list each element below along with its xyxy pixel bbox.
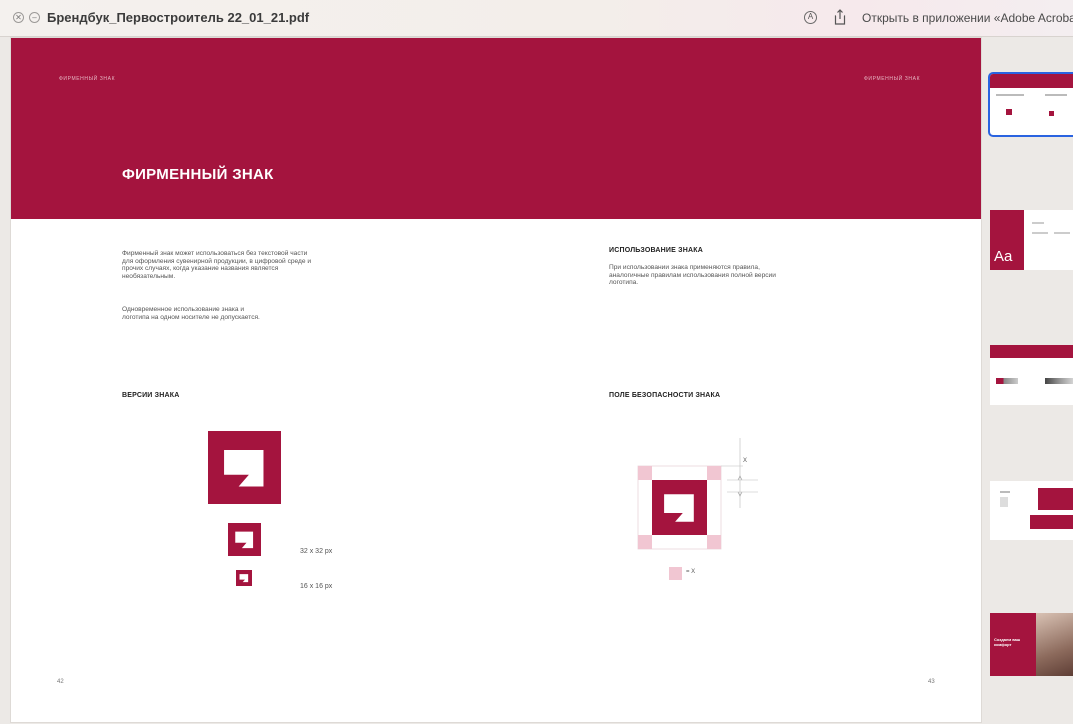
thumbnail-sidebar[interactable]: Aa Создаем ваш комфорт	[983, 38, 1073, 724]
minimize-icon[interactable]: –	[29, 12, 40, 23]
page-thumbnail-promo[interactable]: Создаем ваш комфорт	[990, 613, 1073, 676]
page-number-right: 43	[928, 679, 935, 685]
thumb-block	[1038, 488, 1073, 510]
usage-heading: ИСПОЛЬЗОВАНИЕ ЗНАКА	[609, 247, 703, 254]
x-dimension-label: X	[743, 458, 748, 464]
brand-mark-32px	[228, 523, 261, 556]
thumb-promo-text: Создаем ваш комфорт	[994, 637, 1021, 647]
close-icon[interactable]: ✕	[13, 12, 24, 23]
section-title: ФИРМЕННЫЙ ЗНАК	[122, 166, 274, 183]
safety-heading: ПОЛЕ БЕЗОПАСНОСТИ ЗНАКА	[609, 392, 721, 399]
thumb-swatches	[1045, 378, 1073, 384]
section-banner: ФИРМЕННЫЙ ЗНАК ФИРМЕННЫЙ ЗНАК ФИРМЕННЫЙ …	[11, 38, 981, 219]
safety-zone-diagram	[637, 438, 758, 550]
annotate-icon[interactable]: A	[804, 11, 817, 24]
running-header-left: ФИРМЕННЫЙ ЗНАК	[59, 76, 116, 82]
window-titlebar: ✕ – Брендбук_Первостроитель 22_01_21.pdf…	[0, 0, 1073, 37]
thumb-line	[1045, 94, 1067, 96]
page-thumbnail-colors[interactable]	[990, 345, 1073, 405]
brand-mark-large	[208, 431, 281, 504]
thumb-line	[1032, 222, 1044, 224]
thumb-photo	[1036, 613, 1073, 676]
page-thumbnail-layout[interactable]	[990, 481, 1073, 540]
thumb-line	[1000, 491, 1010, 493]
thumb-swatches	[996, 378, 1018, 384]
restriction-paragraph: Одновременное использование знака и лого…	[122, 306, 260, 321]
thumb-line	[1032, 232, 1048, 234]
running-header-right: ФИРМЕННЫЙ ЗНАК	[864, 76, 921, 82]
page-thumbnail-typography[interactable]: Aa	[990, 210, 1073, 270]
thumb-typography-label: Aa	[994, 248, 1013, 265]
thumb-line	[1054, 232, 1070, 234]
versions-heading: ВЕРСИИ ЗНАКА	[122, 392, 180, 399]
pdf-page-spread[interactable]: ФИРМЕННЫЙ ЗНАК ФИРМЕННЫЙ ЗНАК ФИРМЕННЫЙ …	[11, 38, 981, 722]
thumb-line	[996, 94, 1024, 96]
usage-paragraph: При использовании знака применяются прав…	[609, 264, 776, 287]
document-title: Брендбук_Первостроитель 22_01_21.pdf	[47, 10, 310, 25]
page-thumbnail-current[interactable]	[988, 72, 1073, 137]
safety-zone-swatch	[669, 567, 682, 580]
brand-mark-16px	[236, 570, 252, 586]
size-label-16: 16 x 16 px	[300, 583, 333, 590]
page-number-left: 42	[57, 679, 64, 685]
thumb-banner	[990, 345, 1073, 358]
thumb-mark	[1006, 109, 1012, 115]
thumb-block	[1030, 515, 1073, 529]
intro-paragraph: Фирменный знак может использоваться без …	[122, 250, 312, 280]
size-label-32: 32 x 32 px	[300, 548, 333, 555]
thumb-banner	[990, 74, 1073, 88]
legend-label: = X	[686, 569, 696, 575]
share-icon[interactable]	[833, 9, 847, 25]
thumb-block	[1000, 497, 1008, 507]
open-in-app-button[interactable]: Открыть в приложении «Adobe Acrobat»	[862, 11, 1073, 25]
thumb-mark	[1049, 111, 1054, 116]
